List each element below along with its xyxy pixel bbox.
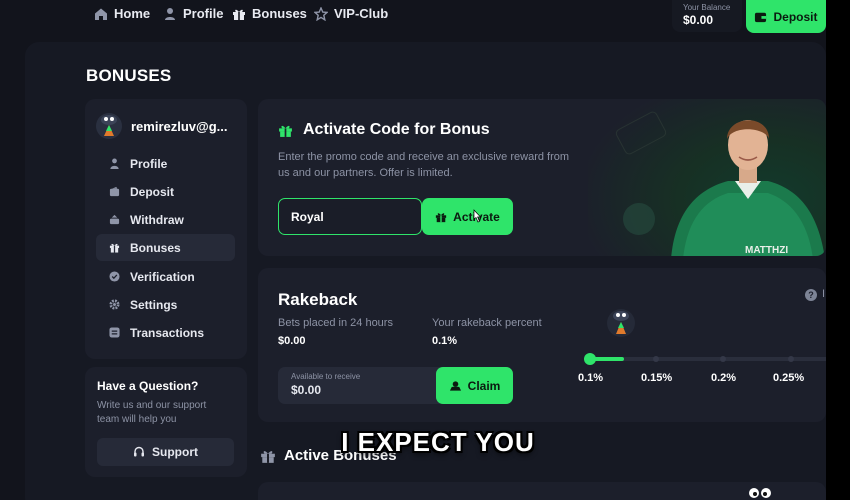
level-dot: [720, 356, 726, 362]
page-title: BONUSES: [86, 66, 172, 85]
level-dot: [788, 356, 794, 362]
nav-vip-club[interactable]: VIP-Club: [314, 6, 388, 21]
activate-code-header: Activate Code for Bonus: [278, 121, 490, 139]
deposit-button[interactable]: Deposit: [746, 0, 826, 33]
rank-badge-icon: [607, 309, 635, 337]
sidebar-item-label: Withdraw: [130, 212, 184, 227]
nav-bonuses-label: Bonuses: [252, 6, 307, 21]
gift-icon: [109, 243, 120, 253]
gear-icon: [109, 299, 120, 310]
sidebar-item-deposit[interactable]: Deposit: [96, 178, 235, 205]
account-sidebar: remirezluv@g... Profile Deposit Withdraw…: [85, 99, 247, 359]
user-name: remirezluv@g...: [131, 118, 228, 134]
sidebar-item-label: Deposit: [130, 184, 175, 199]
nav-home-label: Home: [114, 6, 151, 21]
gift-icon: [233, 9, 245, 20]
level-label: 0.1%: [578, 372, 604, 384]
bets-placed-value: $0.00: [278, 335, 306, 347]
balance-display: Your Balance $0.00: [672, 0, 742, 32]
level-label: 0.2%: [711, 372, 737, 384]
sidebar-item-label: Bonuses: [130, 240, 181, 255]
mascot-icon: [749, 488, 771, 498]
bets-placed-label: Bets placed in 24 hours: [278, 317, 393, 329]
level-label: 0.25%: [773, 372, 805, 384]
sidebar-item-settings[interactable]: Settings: [96, 291, 235, 318]
activate-code-description: Enter the promo code and receive an excl…: [278, 151, 570, 179]
deposit-button-label: Deposit: [773, 9, 818, 24]
available-to-receive: Available to receive $0.00: [278, 367, 440, 404]
claim-button-label: Claim: [467, 378, 501, 393]
help-title: Have a Question?: [97, 379, 199, 393]
sidebar-item-label: Verification: [130, 269, 195, 284]
help-text: Write us and our support team will help …: [97, 400, 207, 425]
user-info: remirezluv@g...: [95, 111, 227, 141]
help-card: Have a Question? Write us and our suppor…: [85, 367, 247, 477]
money-icon: [449, 380, 461, 391]
active-bonuses-card: [258, 482, 826, 500]
rakeback-card: Rakeback Bets placed in 24 hours $0.00 Y…: [258, 268, 826, 422]
info-icon[interactable]: ?: [805, 289, 817, 301]
rakeback-percent-value: 0.1%: [432, 335, 458, 347]
balance-value: $0.00: [683, 13, 714, 27]
person-icon: [165, 7, 175, 20]
gift-icon: [279, 125, 292, 137]
video-letterbox-bar: [826, 0, 850, 500]
level-label: 0.15%: [641, 372, 673, 384]
nav-vip-label: VIP-Club: [334, 6, 389, 21]
available-value: $0.00: [291, 383, 322, 397]
sidebar-item-profile[interactable]: Profile: [96, 150, 235, 177]
sidebar-item-label: Profile: [130, 156, 168, 171]
sidebar-item-label: Transactions: [130, 325, 205, 340]
claim-button[interactable]: Claim: [436, 367, 513, 404]
person-icon: [110, 158, 119, 169]
sidebar-item-transactions[interactable]: Transactions: [96, 319, 235, 346]
activate-button[interactable]: Activate: [422, 198, 513, 235]
nav-profile-label: Profile: [183, 6, 224, 21]
wallet-icon: [109, 186, 120, 197]
cursor-icon: [473, 209, 482, 223]
top-navigation: Home Profile Bonuses VIP-Club Your Balan…: [0, 0, 826, 33]
available-label: Available to receive: [291, 372, 361, 381]
avatar: [96, 113, 122, 139]
sidebar-item-bonuses[interactable]: Bonuses: [96, 234, 235, 261]
gift-icon: [436, 212, 447, 222]
rakeback-progress-knob: [584, 353, 596, 365]
jersey-sponsor-text: MATTHZI: [745, 245, 788, 256]
rakeback-title: Rakeback: [278, 290, 358, 309]
nav-profile[interactable]: Profile: [163, 6, 223, 21]
home-icon: [95, 8, 107, 20]
coin-decoration: [623, 203, 655, 235]
activate-code-card: Activate Code for Bonus Enter the promo …: [258, 99, 826, 256]
sidebar-item-withdraw[interactable]: Withdraw: [96, 206, 235, 233]
bonuses-page: Home Profile Bonuses VIP-Club Your Balan…: [0, 0, 826, 500]
promo-code-input[interactable]: Royal: [278, 198, 422, 235]
sidebar-item-verification[interactable]: Verification: [96, 263, 235, 290]
nav-home[interactable]: Home: [94, 6, 150, 21]
rakeback-percent-label: Your rakeback percent: [432, 317, 542, 329]
sidebar-item-label: Settings: [130, 297, 178, 312]
verified-icon: [109, 271, 120, 282]
nav-bonuses[interactable]: Bonuses: [232, 6, 307, 21]
video-caption: I EXPECT YOU: [341, 427, 535, 457]
info-text-cut: I: [822, 288, 826, 300]
withdraw-icon: [109, 214, 120, 225]
star-icon: [314, 6, 328, 21]
transactions-icon: [109, 327, 120, 338]
player-image: MATTHZI: [671, 120, 825, 256]
level-dot: [653, 356, 659, 362]
balance-label: Your Balance: [683, 3, 731, 12]
activate-code-title: Activate Code for Bonus: [303, 121, 490, 138]
wallet-icon: [755, 12, 767, 23]
